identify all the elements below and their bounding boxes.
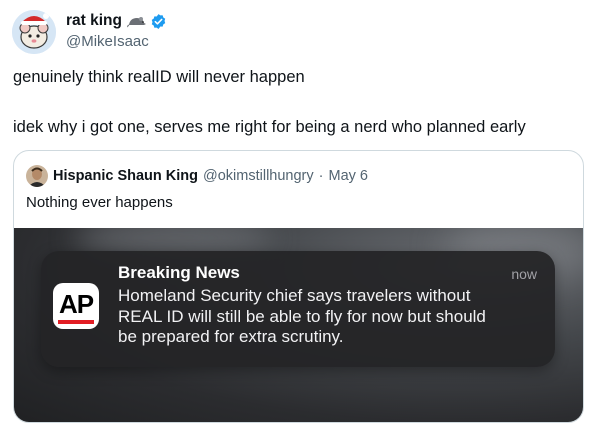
notification-body-line: Homeland Security chief says travelers w… — [118, 286, 471, 305]
ap-news-notification: AP Breaking News now Homeland Security c… — [41, 251, 555, 367]
notification-body: Homeland Security chief says travelers w… — [118, 286, 538, 348]
quoted-author-handle[interactable]: @okimstillhungry — [203, 168, 314, 184]
quoted-tweet[interactable]: Hispanic Shaun King @okimstillhungry · M… — [13, 150, 584, 423]
quoted-tweet-text: Nothing ever happens — [26, 194, 173, 211]
avatar[interactable] — [12, 10, 56, 54]
tweet-author: rat king @MikeIsaac — [66, 11, 167, 50]
tweet-text-line-1: genuinely think realID will never happen — [13, 68, 305, 86]
quoted-author-avatar[interactable] — [26, 165, 48, 187]
quoted-date[interactable]: May 6 — [328, 168, 368, 184]
quoted-tweet-header: Hispanic Shaun King @okimstillhungry · M… — [26, 165, 368, 187]
tweet[interactable]: rat king @MikeIsaac genuinely think real… — [0, 0, 599, 443]
quoted-author-name[interactable]: Hispanic Shaun King — [53, 168, 198, 184]
quoted-media-image[interactable]: AP Breaking News now Homeland Security c… — [14, 228, 583, 422]
verified-badge-icon[interactable] — [150, 13, 167, 30]
tweet-text-line-2: idek why i got one, serves me right for … — [13, 118, 526, 136]
notification-time: now — [511, 266, 537, 282]
notification-title: Breaking News — [118, 263, 240, 282]
ap-logo-text: AP — [58, 289, 94, 319]
notification-body-line: be prepared for extra scrutiny. — [118, 327, 344, 346]
ap-logo-icon: AP — [53, 283, 99, 329]
notification-body-line: REAL ID will still be able to fly for no… — [118, 306, 486, 326]
rat-icon — [127, 14, 147, 28]
ap-logo-bar — [58, 320, 94, 324]
author-handle[interactable]: @MikeIsaac — [66, 33, 167, 50]
quoted-separator: · — [318, 168, 324, 184]
author-display-name[interactable]: rat king — [66, 12, 122, 30]
